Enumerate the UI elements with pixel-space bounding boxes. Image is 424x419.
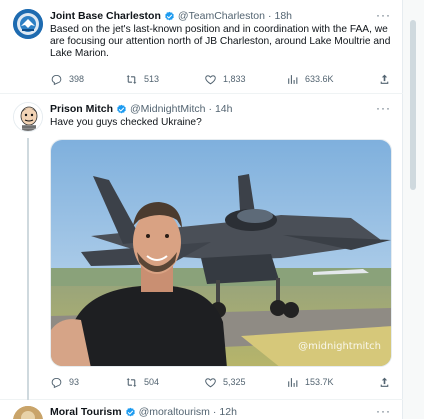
- view-count: 633.6K: [305, 74, 334, 84]
- user-handle[interactable]: @moraltourism: [139, 406, 210, 418]
- tweet-actions: 93 504 5,325 153.7K: [50, 374, 395, 390]
- avatar[interactable]: [13, 9, 43, 39]
- tweet-text: Have you guys checked Ukraine?: [50, 117, 202, 128]
- verified-badge-icon: [165, 11, 174, 20]
- reply-icon: [51, 377, 62, 388]
- like-count: 1,833: [223, 74, 246, 84]
- tweet[interactable]: Moral Tourism @moraltourism · 12h ···: [0, 400, 403, 419]
- tweet-actions: 398 513 1,833 633.6K: [50, 71, 395, 87]
- page-scrollbar[interactable]: [403, 0, 424, 419]
- like-button[interactable]: 5,325: [204, 374, 246, 390]
- user-handle[interactable]: @MidnightMitch: [130, 103, 205, 115]
- fighter-jet-selfie-image: [51, 140, 391, 366]
- views-button[interactable]: 633.6K: [286, 71, 334, 87]
- verified-badge-icon: [125, 407, 135, 416]
- tweet-text: Based on the jet's last-known position a…: [50, 24, 391, 60]
- views-chart-icon: [288, 377, 298, 387]
- retweet-count: 504: [144, 377, 160, 387]
- share-button[interactable]: [378, 374, 397, 390]
- tweet-media-image[interactable]: @midnightmitch: [50, 139, 392, 367]
- cartoon-avatar-icon: [14, 103, 42, 131]
- view-count: 153.7K: [305, 377, 334, 387]
- image-watermark: @midnightmitch: [298, 341, 381, 352]
- more-options-icon[interactable]: ···: [376, 404, 391, 418]
- like-count: 5,325: [223, 377, 246, 387]
- separator-dot: ·: [268, 10, 272, 22]
- views-button[interactable]: 153.7K: [286, 374, 334, 390]
- thread-line: [27, 138, 29, 400]
- retweet-button[interactable]: 504: [125, 374, 159, 390]
- like-button[interactable]: 1,833: [204, 71, 246, 87]
- tweet-header: Joint Base Charleston @TeamCharleston · …: [50, 10, 292, 22]
- profile-picture-icon: [13, 406, 43, 419]
- base-logo-icon: [13, 9, 43, 39]
- retweet-button[interactable]: 513: [125, 71, 159, 87]
- retweet-icon: [126, 377, 137, 387]
- heart-icon: [205, 74, 216, 84]
- retweet-icon: [126, 74, 137, 84]
- user-handle[interactable]: @TeamCharleston: [178, 10, 265, 22]
- reply-count: 398: [69, 74, 85, 84]
- retweet-count: 513: [144, 74, 160, 84]
- timeline-feed: Joint Base Charleston @TeamCharleston · …: [0, 0, 403, 419]
- reply-button[interactable]: 398: [50, 71, 84, 87]
- separator-dot: ·: [212, 406, 217, 418]
- separator-dot: ·: [208, 103, 212, 115]
- avatar[interactable]: [13, 406, 43, 419]
- reply-icon: [51, 74, 62, 85]
- reply-button[interactable]: 93: [50, 374, 79, 390]
- timestamp[interactable]: 14h: [215, 103, 233, 115]
- timestamp[interactable]: 12h: [219, 406, 237, 418]
- more-options-icon[interactable]: ···: [376, 101, 391, 115]
- more-options-icon[interactable]: ···: [376, 8, 391, 22]
- scrollbar-thumb[interactable]: [410, 20, 416, 190]
- avatar[interactable]: [13, 102, 43, 132]
- share-icon: [380, 74, 389, 84]
- share-icon: [380, 377, 389, 387]
- tweet-header: Moral Tourism @moraltourism · 12h: [50, 406, 237, 418]
- timestamp[interactable]: 18h: [275, 10, 293, 22]
- tweet[interactable]: Joint Base Charleston @TeamCharleston · …: [0, 0, 403, 94]
- share-button[interactable]: [378, 71, 397, 87]
- views-chart-icon: [288, 74, 298, 84]
- heart-icon: [205, 377, 216, 387]
- display-name[interactable]: Moral Tourism: [50, 406, 122, 418]
- verified-badge-icon: [117, 104, 126, 113]
- reply-count: 93: [69, 377, 80, 387]
- tweet-header: Prison Mitch @MidnightMitch · 14h: [50, 103, 232, 115]
- tweet[interactable]: Prison Mitch @MidnightMitch · 14h ··· Ha…: [0, 94, 403, 400]
- display-name[interactable]: Joint Base Charleston: [50, 10, 161, 22]
- display-name[interactable]: Prison Mitch: [50, 103, 113, 115]
